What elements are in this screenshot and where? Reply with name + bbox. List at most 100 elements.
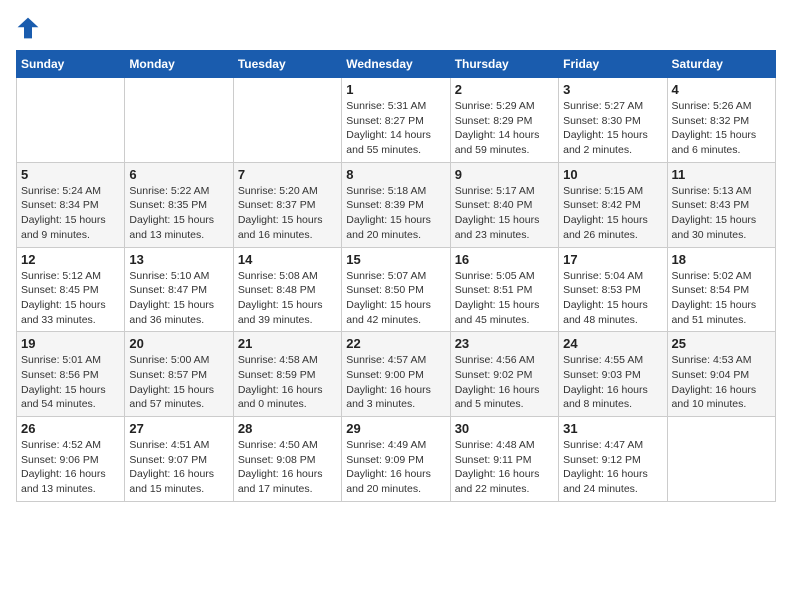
day-number: 1 bbox=[346, 82, 445, 97]
weekday-header-row: SundayMondayTuesdayWednesdayThursdayFrid… bbox=[17, 51, 776, 78]
day-number: 25 bbox=[672, 336, 771, 351]
day-number: 26 bbox=[21, 421, 120, 436]
calendar-cell: 25 Sunrise: 4:53 AM Sunset: 9:04 PM Dayli… bbox=[667, 332, 775, 417]
logo bbox=[16, 16, 44, 40]
day-info: Sunrise: 5:22 AM Sunset: 8:35 PM Dayligh… bbox=[129, 184, 228, 243]
calendar-cell: 19Sunrise: 5:01 AM Sunset: 8:56 PM Dayli… bbox=[17, 332, 125, 417]
day-number: 14 bbox=[238, 252, 337, 267]
calendar-cell: 12 Sunrise: 5:12 AM Sunset: 8:45 PM Dayli… bbox=[17, 247, 125, 332]
day-number: 15 bbox=[346, 252, 445, 267]
day-info: Sunrise: 5:13 AM Sunset: 8:43 PM Dayligh… bbox=[672, 184, 771, 243]
day-number: 4 bbox=[672, 82, 771, 97]
weekday-header-saturday: Saturday bbox=[667, 51, 775, 78]
weekday-header-friday: Friday bbox=[559, 51, 667, 78]
day-info: Sunrise: 5:02 AM Sunset: 8:54 PM Dayligh… bbox=[672, 269, 771, 328]
calendar-cell: 23Sunrise: 4:56 AM Sunset: 9:02 PM Dayli… bbox=[450, 332, 558, 417]
calendar-cell: 29Sunrise: 4:49 AM Sunset: 9:09 PM Dayli… bbox=[342, 417, 450, 502]
calendar: SundayMondayTuesdayWednesdayThursdayFrid… bbox=[16, 50, 776, 502]
calendar-cell: 7 Sunrise: 5:20 AM Sunset: 8:37 PM Daylig… bbox=[233, 162, 341, 247]
day-info: Sunrise: 4:51 AM Sunset: 9:07 PM Dayligh… bbox=[129, 438, 228, 497]
calendar-cell: 15 Sunrise: 5:07 AM Sunset: 8:50 PM Dayli… bbox=[342, 247, 450, 332]
logo-icon bbox=[16, 16, 40, 40]
calendar-cell: 10Sunrise: 5:15 AM Sunset: 8:42 PM Dayli… bbox=[559, 162, 667, 247]
day-info: Sunrise: 4:52 AM Sunset: 9:06 PM Dayligh… bbox=[21, 438, 120, 497]
calendar-cell: 30Sunrise: 4:48 AM Sunset: 9:11 PM Dayli… bbox=[450, 417, 558, 502]
weekday-header-wednesday: Wednesday bbox=[342, 51, 450, 78]
calendar-cell: 11 Sunrise: 5:13 AM Sunset: 8:43 PM Dayli… bbox=[667, 162, 775, 247]
weekday-header-monday: Monday bbox=[125, 51, 233, 78]
day-number: 6 bbox=[129, 167, 228, 182]
day-number: 9 bbox=[455, 167, 554, 182]
calendar-cell: 18Sunrise: 5:02 AM Sunset: 8:54 PM Dayli… bbox=[667, 247, 775, 332]
day-number: 24 bbox=[563, 336, 662, 351]
weekday-header-thursday: Thursday bbox=[450, 51, 558, 78]
day-info: Sunrise: 4:58 AM Sunset: 8:59 PM Dayligh… bbox=[238, 353, 337, 412]
day-number: 30 bbox=[455, 421, 554, 436]
calendar-cell: 9 Sunrise: 5:17 AM Sunset: 8:40 PM Daylig… bbox=[450, 162, 558, 247]
day-number: 20 bbox=[129, 336, 228, 351]
day-info: Sunrise: 5:27 AM Sunset: 8:30 PM Dayligh… bbox=[563, 99, 662, 158]
day-info: Sunrise: 5:18 AM Sunset: 8:39 PM Dayligh… bbox=[346, 184, 445, 243]
calendar-cell: 24 Sunrise: 4:55 AM Sunset: 9:03 PM Dayli… bbox=[559, 332, 667, 417]
calendar-cell: 1 Sunrise: 5:31 AM Sunset: 8:27 PM Daylig… bbox=[342, 78, 450, 163]
calendar-cell: 28 Sunrise: 4:50 AM Sunset: 9:08 PM Dayli… bbox=[233, 417, 341, 502]
day-info: Sunrise: 5:12 AM Sunset: 8:45 PM Dayligh… bbox=[21, 269, 120, 328]
calendar-cell bbox=[233, 78, 341, 163]
day-info: Sunrise: 5:00 AM Sunset: 8:57 PM Dayligh… bbox=[129, 353, 228, 412]
day-info: Sunrise: 5:10 AM Sunset: 8:47 PM Dayligh… bbox=[129, 269, 228, 328]
day-info: Sunrise: 5:20 AM Sunset: 8:37 PM Dayligh… bbox=[238, 184, 337, 243]
day-number: 12 bbox=[21, 252, 120, 267]
calendar-cell: 16 Sunrise: 5:05 AM Sunset: 8:51 PM Dayli… bbox=[450, 247, 558, 332]
day-number: 5 bbox=[21, 167, 120, 182]
calendar-cell: 14Sunrise: 5:08 AM Sunset: 8:48 PM Dayli… bbox=[233, 247, 341, 332]
day-info: Sunrise: 4:55 AM Sunset: 9:03 PM Dayligh… bbox=[563, 353, 662, 412]
calendar-cell bbox=[125, 78, 233, 163]
calendar-cell: 27 Sunrise: 4:51 AM Sunset: 9:07 PM Dayli… bbox=[125, 417, 233, 502]
day-number: 8 bbox=[346, 167, 445, 182]
day-info: Sunrise: 4:57 AM Sunset: 9:00 PM Dayligh… bbox=[346, 353, 445, 412]
day-info: Sunrise: 5:26 AM Sunset: 8:32 PM Dayligh… bbox=[672, 99, 771, 158]
calendar-cell: 6 Sunrise: 5:22 AM Sunset: 8:35 PM Daylig… bbox=[125, 162, 233, 247]
week-row-3: 12 Sunrise: 5:12 AM Sunset: 8:45 PM Dayli… bbox=[17, 247, 776, 332]
calendar-cell bbox=[17, 78, 125, 163]
day-number: 11 bbox=[672, 167, 771, 182]
day-number: 27 bbox=[129, 421, 228, 436]
day-number: 16 bbox=[455, 252, 554, 267]
weekday-header-sunday: Sunday bbox=[17, 51, 125, 78]
calendar-cell: 5 Sunrise: 5:24 AM Sunset: 8:34 PM Daylig… bbox=[17, 162, 125, 247]
day-number: 22 bbox=[346, 336, 445, 351]
day-info: Sunrise: 5:31 AM Sunset: 8:27 PM Dayligh… bbox=[346, 99, 445, 158]
day-number: 31 bbox=[563, 421, 662, 436]
calendar-cell: 17Sunrise: 5:04 AM Sunset: 8:53 PM Dayli… bbox=[559, 247, 667, 332]
day-info: Sunrise: 5:17 AM Sunset: 8:40 PM Dayligh… bbox=[455, 184, 554, 243]
weekday-header-tuesday: Tuesday bbox=[233, 51, 341, 78]
day-info: Sunrise: 5:04 AM Sunset: 8:53 PM Dayligh… bbox=[563, 269, 662, 328]
day-info: Sunrise: 4:50 AM Sunset: 9:08 PM Dayligh… bbox=[238, 438, 337, 497]
day-number: 10 bbox=[563, 167, 662, 182]
header bbox=[16, 16, 776, 40]
day-info: Sunrise: 4:49 AM Sunset: 9:09 PM Dayligh… bbox=[346, 438, 445, 497]
day-number: 13 bbox=[129, 252, 228, 267]
week-row-2: 5 Sunrise: 5:24 AM Sunset: 8:34 PM Daylig… bbox=[17, 162, 776, 247]
calendar-cell: 20 Sunrise: 5:00 AM Sunset: 8:57 PM Dayli… bbox=[125, 332, 233, 417]
day-number: 3 bbox=[563, 82, 662, 97]
day-info: Sunrise: 4:53 AM Sunset: 9:04 PM Dayligh… bbox=[672, 353, 771, 412]
day-info: Sunrise: 5:07 AM Sunset: 8:50 PM Dayligh… bbox=[346, 269, 445, 328]
calendar-cell: 21 Sunrise: 4:58 AM Sunset: 8:59 PM Dayli… bbox=[233, 332, 341, 417]
day-number: 7 bbox=[238, 167, 337, 182]
day-info: Sunrise: 5:24 AM Sunset: 8:34 PM Dayligh… bbox=[21, 184, 120, 243]
day-number: 2 bbox=[455, 82, 554, 97]
day-number: 21 bbox=[238, 336, 337, 351]
week-row-5: 26 Sunrise: 4:52 AM Sunset: 9:06 PM Dayli… bbox=[17, 417, 776, 502]
day-info: Sunrise: 5:05 AM Sunset: 8:51 PM Dayligh… bbox=[455, 269, 554, 328]
calendar-cell: 3 Sunrise: 5:27 AM Sunset: 8:30 PM Daylig… bbox=[559, 78, 667, 163]
week-row-4: 19Sunrise: 5:01 AM Sunset: 8:56 PM Dayli… bbox=[17, 332, 776, 417]
calendar-cell bbox=[667, 417, 775, 502]
calendar-cell: 31 Sunrise: 4:47 AM Sunset: 9:12 PM Dayli… bbox=[559, 417, 667, 502]
day-info: Sunrise: 4:56 AM Sunset: 9:02 PM Dayligh… bbox=[455, 353, 554, 412]
calendar-cell: 4 Sunrise: 5:26 AM Sunset: 8:32 PM Daylig… bbox=[667, 78, 775, 163]
day-info: Sunrise: 5:29 AM Sunset: 8:29 PM Dayligh… bbox=[455, 99, 554, 158]
day-number: 28 bbox=[238, 421, 337, 436]
day-info: Sunrise: 4:47 AM Sunset: 9:12 PM Dayligh… bbox=[563, 438, 662, 497]
calendar-cell: 13 Sunrise: 5:10 AM Sunset: 8:47 PM Dayli… bbox=[125, 247, 233, 332]
